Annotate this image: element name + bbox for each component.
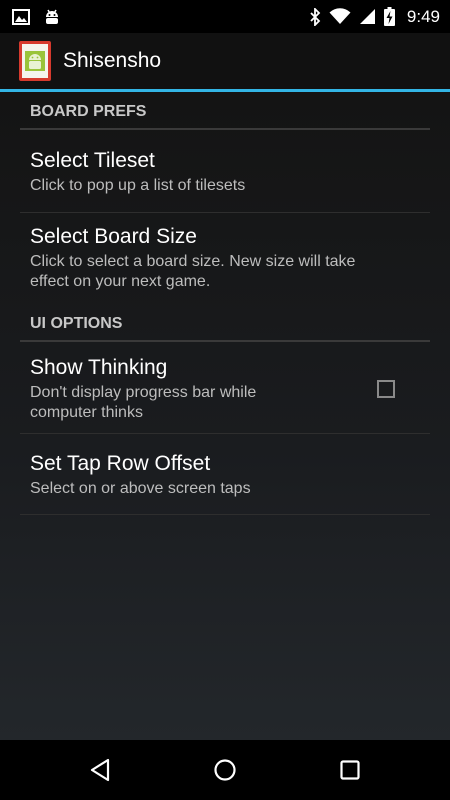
- pref-title: Select Board Size: [30, 225, 197, 248]
- wifi-icon: [329, 8, 351, 25]
- pref-summary-line: computer thinks: [30, 404, 143, 421]
- pref-summary-line: effect on your next game.: [30, 273, 211, 290]
- show-thinking-checkbox[interactable]: [377, 380, 395, 398]
- navigation-bar: [0, 740, 450, 800]
- pref-title: Show Thinking: [30, 356, 168, 379]
- pref-divider: [20, 433, 430, 434]
- pref-summary: Select on or above screen taps: [30, 480, 251, 497]
- pref-summary: Click to select a board size. New size w…: [30, 252, 430, 292]
- back-icon[interactable]: [84, 754, 116, 786]
- status-bar: 9:49: [0, 0, 450, 33]
- pref-select-tileset[interactable]: Select Tileset Click to pop up a list of…: [20, 148, 430, 196]
- pref-title: Set Tap Row Offset: [30, 452, 211, 475]
- category-divider: [20, 128, 430, 130]
- pref-select-board-size[interactable]: Select Board Size Click to select a boar…: [20, 224, 430, 292]
- pref-summary-line: Click to select a board size. New size w…: [30, 253, 356, 270]
- signal-icon: [359, 8, 376, 25]
- recents-icon[interactable]: [334, 754, 366, 786]
- action-bar: Shisensho: [0, 33, 450, 89]
- category-ui-options: UI OPTIONS: [30, 315, 123, 332]
- pref-divider: [20, 514, 430, 515]
- category-board-prefs: BOARD PREFS: [30, 103, 147, 120]
- pref-summary: Don't display progress bar while compute…: [30, 383, 430, 423]
- android-debug-icon: [44, 8, 60, 26]
- battery-charging-icon: [383, 7, 395, 26]
- home-icon[interactable]: [209, 754, 241, 786]
- pref-title: Select Tileset: [30, 149, 155, 172]
- pref-summary: Click to pop up a list of tilesets: [30, 177, 246, 194]
- pref-show-thinking[interactable]: Show Thinking Don't display progress bar…: [20, 355, 430, 423]
- app-icon[interactable]: [19, 41, 51, 81]
- pref-set-tap-row-offset[interactable]: Set Tap Row Offset Select on or above sc…: [20, 451, 430, 499]
- pref-divider: [20, 212, 430, 213]
- bluetooth-icon: [309, 7, 321, 26]
- category-divider: [20, 340, 430, 342]
- preferences-list[interactable]: BOARD PREFS Select Tileset Click to pop …: [0, 92, 450, 740]
- app-title: Shisensho: [63, 49, 162, 72]
- status-time: 9:49: [406, 6, 440, 26]
- image-icon: [12, 8, 30, 25]
- pref-summary-line: Don't display progress bar while: [30, 384, 257, 401]
